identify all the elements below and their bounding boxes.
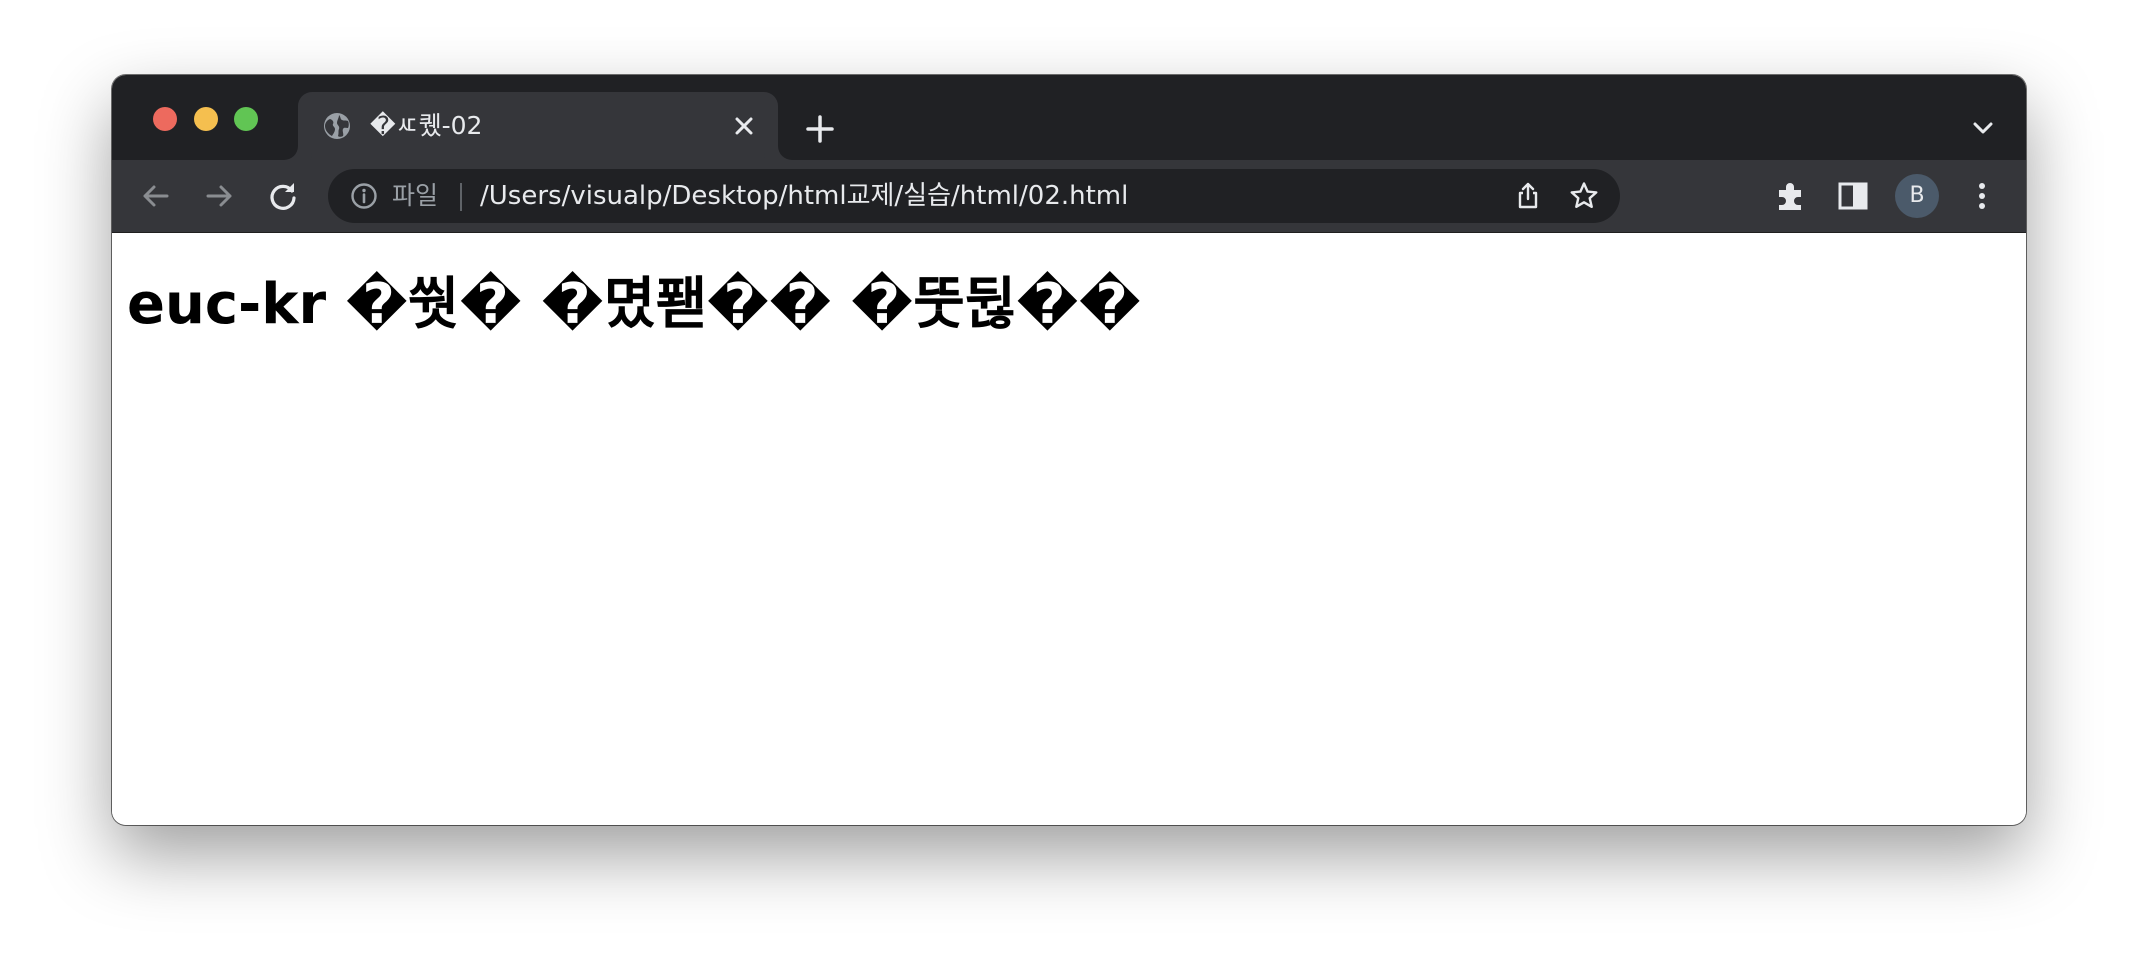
plus-icon[interactable] xyxy=(800,109,840,149)
avatar[interactable]: B xyxy=(1895,174,1939,218)
arrow-right-icon[interactable] xyxy=(197,174,241,218)
toolbar: 파일 /Users/visualp/Desktop/html교제/실습/html… xyxy=(112,160,2026,233)
side-panel-icon[interactable] xyxy=(1831,174,1875,218)
puzzle-icon[interactable] xyxy=(1769,174,1813,218)
reload-icon[interactable] xyxy=(261,174,305,218)
url-text[interactable]: /Users/visualp/Desktop/html교제/실습/html/02… xyxy=(480,178,1128,214)
kebab-menu-icon[interactable] xyxy=(1960,174,2004,218)
scheme-label: 파일 xyxy=(392,181,439,210)
tab-active[interactable]: �ㅼ퀬-02 xyxy=(298,92,778,160)
arrow-left-icon[interactable] xyxy=(134,174,178,218)
page-content: euc-kr �쒓� �몄퐫�� �뚯뒪�� xyxy=(112,233,2026,825)
omnibox[interactable]: 파일 /Users/visualp/Desktop/html교제/실습/html… xyxy=(328,169,1620,223)
minimize-window-button[interactable] xyxy=(194,107,218,131)
share-icon[interactable] xyxy=(1512,180,1544,212)
star-icon[interactable] xyxy=(1568,180,1600,212)
page-heading: euc-kr �쒓� �몄퐫�� �뚯뒪�� xyxy=(127,272,1141,337)
browser-window: �ㅼ퀬-02 파일 /Users/visualp/Desktop/html교제/… xyxy=(112,75,2026,825)
info-icon[interactable] xyxy=(350,182,378,210)
chevron-down-icon[interactable] xyxy=(1968,113,1998,143)
close-window-button[interactable] xyxy=(153,107,177,131)
close-icon[interactable] xyxy=(728,110,760,142)
zoom-window-button[interactable] xyxy=(234,107,258,131)
tab-strip: �ㅼ퀬-02 xyxy=(112,75,2026,160)
omnibox-divider xyxy=(460,183,462,211)
globe-icon xyxy=(322,111,352,141)
tab-title: �ㅼ퀬-02 xyxy=(370,111,483,140)
